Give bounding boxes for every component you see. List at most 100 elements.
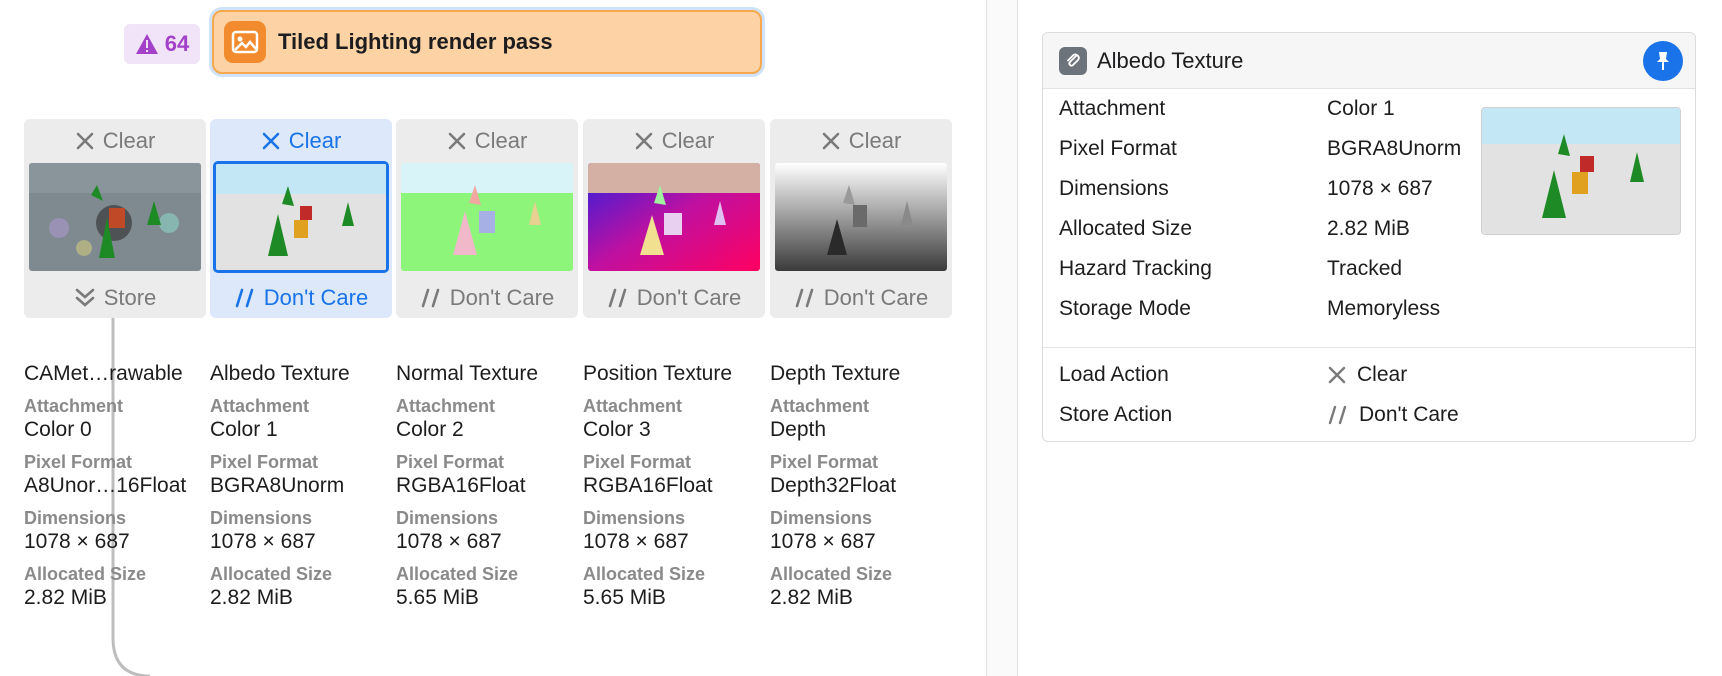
load-action-text: Clear (1357, 363, 1408, 386)
panel-divider (1017, 0, 1018, 676)
dimensions-value: 1078 × 687 (1327, 177, 1433, 200)
store-action: Store (24, 280, 206, 316)
load-action-label: Clear (474, 128, 528, 153)
hazard-tracking-value: Tracked (1327, 257, 1403, 280)
image-icon (224, 21, 266, 63)
pixel-format-value: A8Unor…16Float (24, 474, 187, 497)
attachment-info-color3: Position Texture Attachment Color 3 Pixe… (583, 362, 769, 620)
allocated-size-label: Allocated Size (770, 564, 893, 584)
pixel-format-value: Depth32Float (770, 474, 897, 497)
texture-thumbnail[interactable] (401, 163, 573, 271)
double-chevron-down-icon (75, 288, 95, 307)
attachment-card-color1[interactable]: Clear Don't Care (210, 119, 392, 318)
attachment-info-color2: Normal Texture Attachment Color 2 Pixel … (396, 362, 582, 620)
attachment-info-color1: Albedo Texture Attachment Color 1 Pixel … (210, 362, 396, 620)
dimensions-label: Dimensions (1059, 177, 1169, 200)
allocated-size-label: Allocated Size (583, 564, 706, 584)
warning-badge[interactable]: 64 (124, 24, 200, 64)
pixel-format-label: Pixel Format (583, 452, 692, 472)
attachment-card-depth[interactable]: Clear Don't Care (770, 119, 952, 318)
double-slash-icon (795, 288, 814, 308)
store-action-label: Don't Care (449, 285, 555, 310)
attachment-name: CAMet…rawable (24, 362, 183, 385)
render-pass-node[interactable]: Tiled Lighting render pass (212, 10, 762, 74)
allocated-size-value: 5.65 MiB (396, 586, 479, 609)
attachment-name: Depth Texture (770, 362, 901, 385)
render-pass-graph: 64 Tiled Lighting render pass Clear Stor… (0, 0, 986, 676)
x-mark-icon (822, 132, 840, 150)
attachment-name: Normal Texture (396, 362, 538, 385)
pixel-format-value: BGRA8Unorm (1327, 137, 1462, 160)
split-view-handle[interactable] (987, 0, 1017, 676)
attachment-label: Attachment (396, 396, 496, 416)
x-mark-icon (635, 132, 653, 150)
pixel-format-label: Pixel Format (396, 452, 505, 472)
load-action-label: Clear (661, 128, 715, 153)
dimensions-label: Dimensions (210, 508, 313, 528)
load-action-value: Clear (1327, 363, 1407, 387)
storage-mode-label: Storage Mode (1059, 297, 1191, 320)
load-action: Clear (583, 123, 765, 159)
load-action: Clear (24, 123, 206, 159)
dimensions-value: 1078 × 687 (24, 530, 130, 553)
x-mark-icon (76, 132, 94, 150)
dimensions-value: 1078 × 687 (396, 530, 502, 553)
store-action-label: Don't Care (823, 285, 929, 310)
attachment-value: Color 3 (583, 418, 651, 441)
store-action: Don't Care (770, 280, 952, 316)
pixel-format-value: RGBA16Float (396, 474, 526, 497)
attachment-value: Color 2 (396, 418, 464, 441)
attachment-value: Color 1 (1327, 97, 1395, 120)
load-action-label: Clear (288, 128, 342, 153)
store-action-label: Store Action (1059, 403, 1173, 426)
texture-thumbnail[interactable] (588, 163, 760, 271)
dimensions-value: 1078 × 687 (583, 530, 689, 553)
attachment-label: Attachment (24, 396, 124, 416)
allocated-size-value: 5.65 MiB (583, 586, 666, 609)
attachment-label: Attachment (770, 396, 870, 416)
warning-triangle-icon (135, 34, 158, 54)
texture-thumbnail[interactable] (213, 161, 389, 273)
pin-icon (1657, 52, 1669, 70)
load-action-label: Load Action (1059, 363, 1169, 386)
store-action-label: Don't Care (636, 285, 742, 310)
double-slash-icon (1328, 405, 1347, 425)
dimensions-label: Dimensions (24, 508, 127, 528)
attachment-value: Color 1 (210, 418, 278, 441)
pixel-format-value: RGBA16Float (583, 474, 713, 497)
load-action: Clear (396, 123, 578, 159)
allocated-size-value: 2.82 MiB (210, 586, 293, 609)
inspector-title: Albedo Texture (1097, 47, 1244, 73)
allocated-size-label: Allocated Size (210, 564, 333, 584)
store-action: Don't Care (583, 280, 765, 316)
warning-count: 64 (164, 31, 190, 56)
pixel-format-label: Pixel Format (24, 452, 133, 472)
store-action: Don't Care (210, 280, 392, 316)
attachment-info-color0: CAMet…rawable Attachment Color 0 Pixel F… (24, 362, 210, 620)
inspector-panel: Albedo Texture Attachment Color 1 Pixel … (1042, 32, 1696, 442)
attachment-label: Attachment (1059, 97, 1166, 120)
store-action-text: Don't Care (1359, 403, 1459, 426)
load-action: Clear (210, 123, 392, 159)
attachment-card-color0[interactable]: Clear Store (24, 119, 206, 318)
x-mark-icon (262, 132, 280, 150)
pixel-format-label: Pixel Format (210, 452, 319, 472)
load-action: Clear (770, 123, 952, 159)
texture-thumbnail[interactable] (29, 163, 201, 271)
inspector-texture-thumbnail[interactable] (1481, 107, 1681, 235)
attachment-value: Depth (770, 418, 827, 441)
double-slash-icon (608, 288, 627, 308)
inspector-header: Albedo Texture (1043, 33, 1695, 89)
attachment-card-color3[interactable]: Clear Don't Care (583, 119, 765, 318)
dimensions-label: Dimensions (396, 508, 499, 528)
attachment-name: Position Texture (583, 362, 733, 385)
texture-thumbnail[interactable] (775, 163, 947, 271)
dimensions-label: Dimensions (770, 508, 873, 528)
pin-button[interactable] (1643, 41, 1683, 81)
store-action: Don't Care (396, 280, 578, 316)
pixel-format-label: Pixel Format (1059, 137, 1177, 160)
allocated-size-value: 2.82 MiB (24, 586, 107, 609)
load-action-label: Clear (102, 128, 156, 153)
attachment-card-color2[interactable]: Clear Don't Care (396, 119, 578, 318)
attachment-name: Albedo Texture (210, 362, 350, 385)
